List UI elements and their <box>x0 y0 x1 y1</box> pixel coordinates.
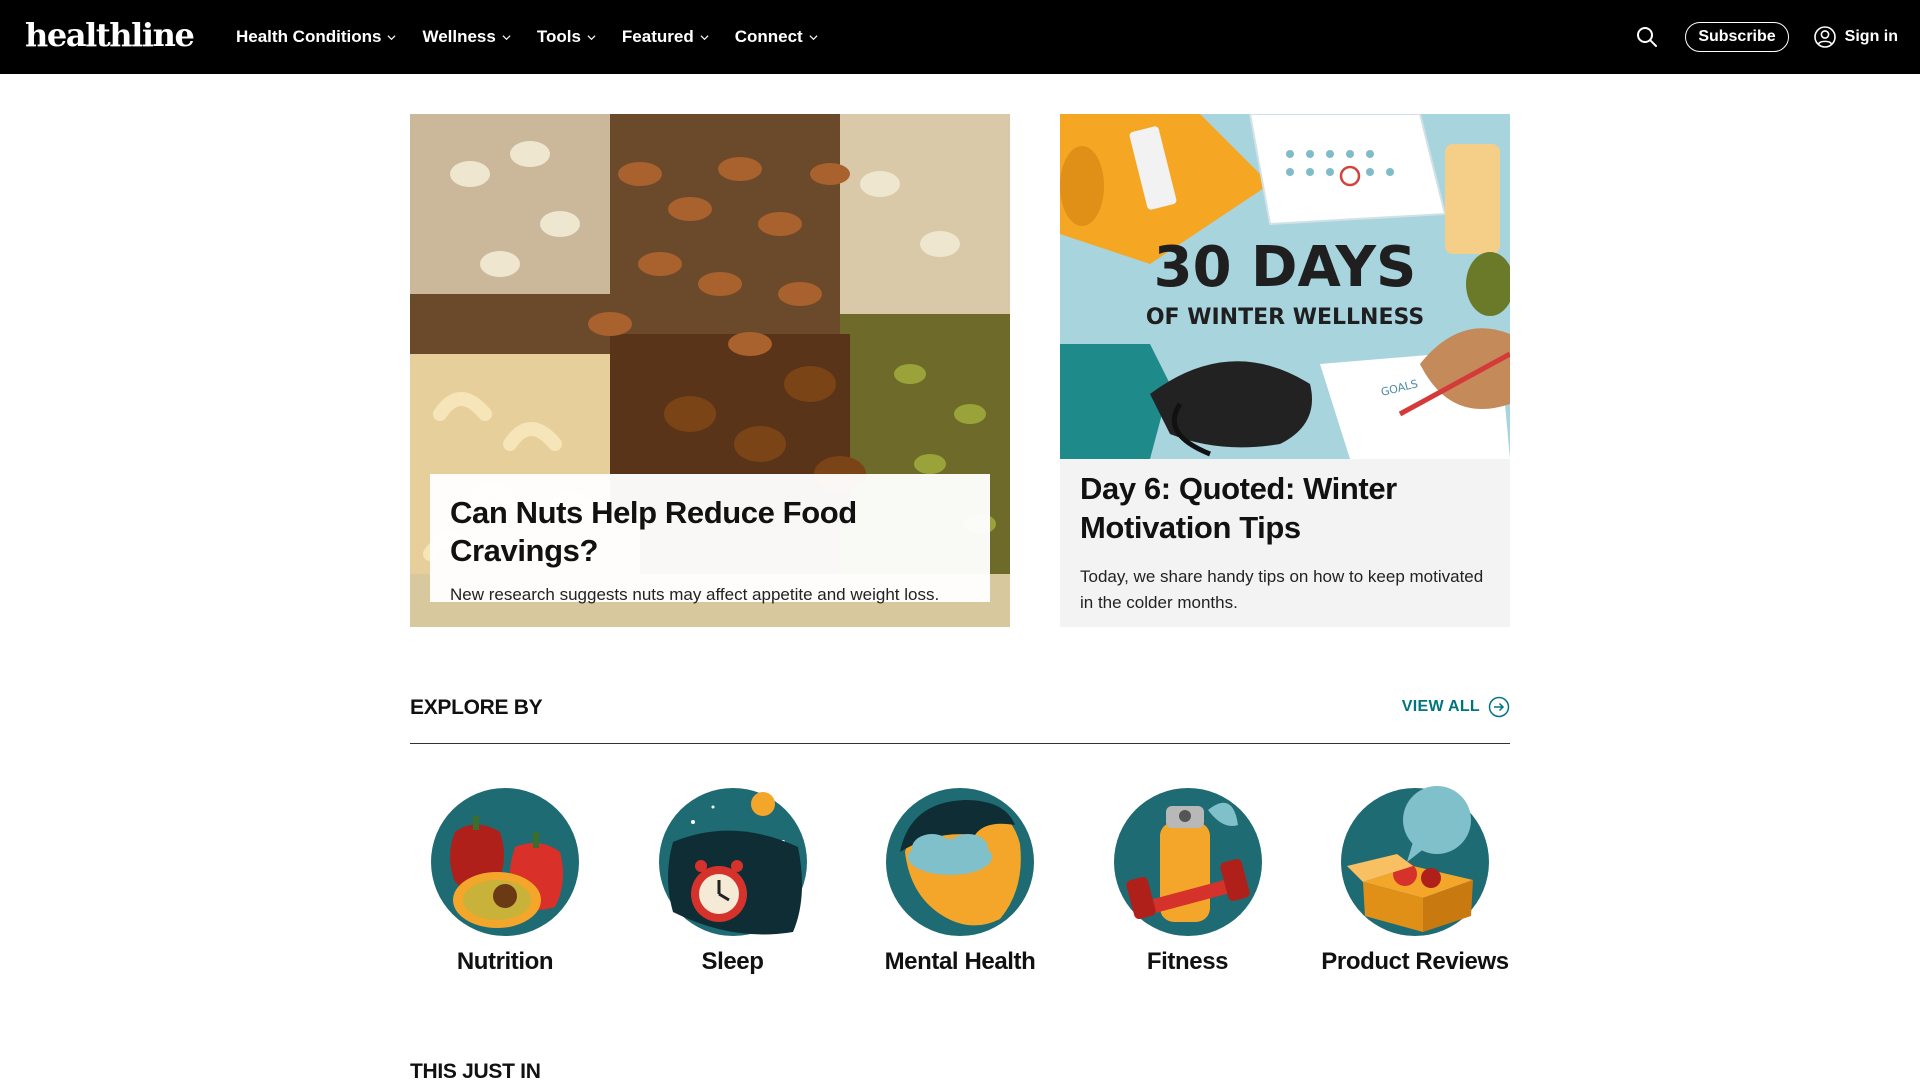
art-subheadline: OF WINTER WELLNESS <box>1146 305 1424 330</box>
card-subtitle: New research suggests nuts may affect ap… <box>450 584 940 604</box>
card-caption: Day 6: Quoted: Winter Motivation Tips To… <box>1080 470 1490 616</box>
subscribe-button[interactable]: Subscribe <box>1685 22 1789 52</box>
explore-header: EXPLORE BY VIEW ALL <box>410 694 1510 744</box>
nav-label: Wellness <box>422 27 496 46</box>
nav-label: Tools <box>536 27 581 46</box>
topic-label: Nutrition <box>456 948 554 975</box>
mental-health-icon <box>886 788 1034 936</box>
topic-product-reviews[interactable]: Product Reviews <box>1320 782 1510 992</box>
site-logo[interactable]: healthline <box>25 16 195 54</box>
featured-card-nuts[interactable]: Can Nuts Help Reduce Food Cravings? New … <box>410 114 1010 627</box>
this-just-in-title: THIS JUST IN <box>410 1060 541 1083</box>
main-nav: Health Conditions Wellness Tools Feature… <box>236 0 818 74</box>
nav-health-conditions[interactable]: Health Conditions <box>236 27 396 47</box>
chevron-down-icon <box>700 34 709 40</box>
nav-wellness[interactable]: Wellness <box>422 27 511 47</box>
nav-label: Health Conditions <box>236 27 382 46</box>
nav-tools[interactable]: Tools <box>537 27 596 47</box>
winter-wellness-image: 30 DAYS OF WINTER WELLNESS GOALS <box>1060 114 1510 459</box>
topic-nutrition[interactable]: Nutrition <box>410 782 600 992</box>
topic-fitness[interactable]: Fitness <box>1093 782 1283 992</box>
card-subtitle: Today, we share handy tips on how to kee… <box>1080 566 1484 612</box>
art-headline: 30 DAYS <box>1154 235 1417 300</box>
card-caption: Can Nuts Help Reduce Food Cravings? New … <box>430 474 990 604</box>
header-tools: Subscribe Sign in <box>1635 0 1898 74</box>
featured-card-winter-wellness[interactable]: 30 DAYS OF WINTER WELLNESS GOALS Day 6: … <box>1060 114 1510 627</box>
topic-mental-health[interactable]: Mental Health <box>865 782 1055 992</box>
topic-label: Product Reviews <box>1321 948 1509 975</box>
chevron-down-icon <box>502 34 511 40</box>
site-header: healthline Health Conditions Wellness To… <box>0 0 1920 74</box>
nav-connect[interactable]: Connect <box>735 27 818 47</box>
sleep-icon <box>658 788 807 936</box>
sign-in-button[interactable]: Sign in <box>1813 25 1898 49</box>
product-reviews-icon <box>1341 786 1489 936</box>
topic-label: Sleep <box>701 948 764 975</box>
arrow-right-circle-icon <box>1488 696 1510 718</box>
fitness-icon <box>1113 788 1262 936</box>
view-all-label: VIEW ALL <box>1401 698 1480 715</box>
chevron-down-icon <box>809 34 818 40</box>
explore-topics: Nutrition Sleep Mental Health Fitness Pr… <box>410 782 1510 992</box>
chevron-down-icon <box>587 34 596 40</box>
card-title[interactable]: Can Nuts Help Reduce Food Cravings? <box>450 494 970 570</box>
nav-featured[interactable]: Featured <box>622 27 709 47</box>
topic-sleep[interactable]: Sleep <box>638 782 828 992</box>
view-all-link[interactable]: VIEW ALL <box>1402 696 1510 718</box>
nav-label: Featured <box>621 27 694 46</box>
sign-in-label: Sign in <box>1844 28 1898 45</box>
topic-label: Mental Health <box>884 948 1036 975</box>
chevron-down-icon <box>387 34 396 40</box>
section-title: EXPLORE BY <box>410 696 543 719</box>
nav-label: Connect <box>734 27 803 46</box>
nutrition-icon <box>431 788 579 936</box>
search-icon[interactable] <box>1635 25 1659 49</box>
topic-label: Fitness <box>1146 948 1229 975</box>
user-icon <box>1813 26 1836 48</box>
card-title[interactable]: Day 6: Quoted: Winter Motivation Tips <box>1080 470 1490 548</box>
